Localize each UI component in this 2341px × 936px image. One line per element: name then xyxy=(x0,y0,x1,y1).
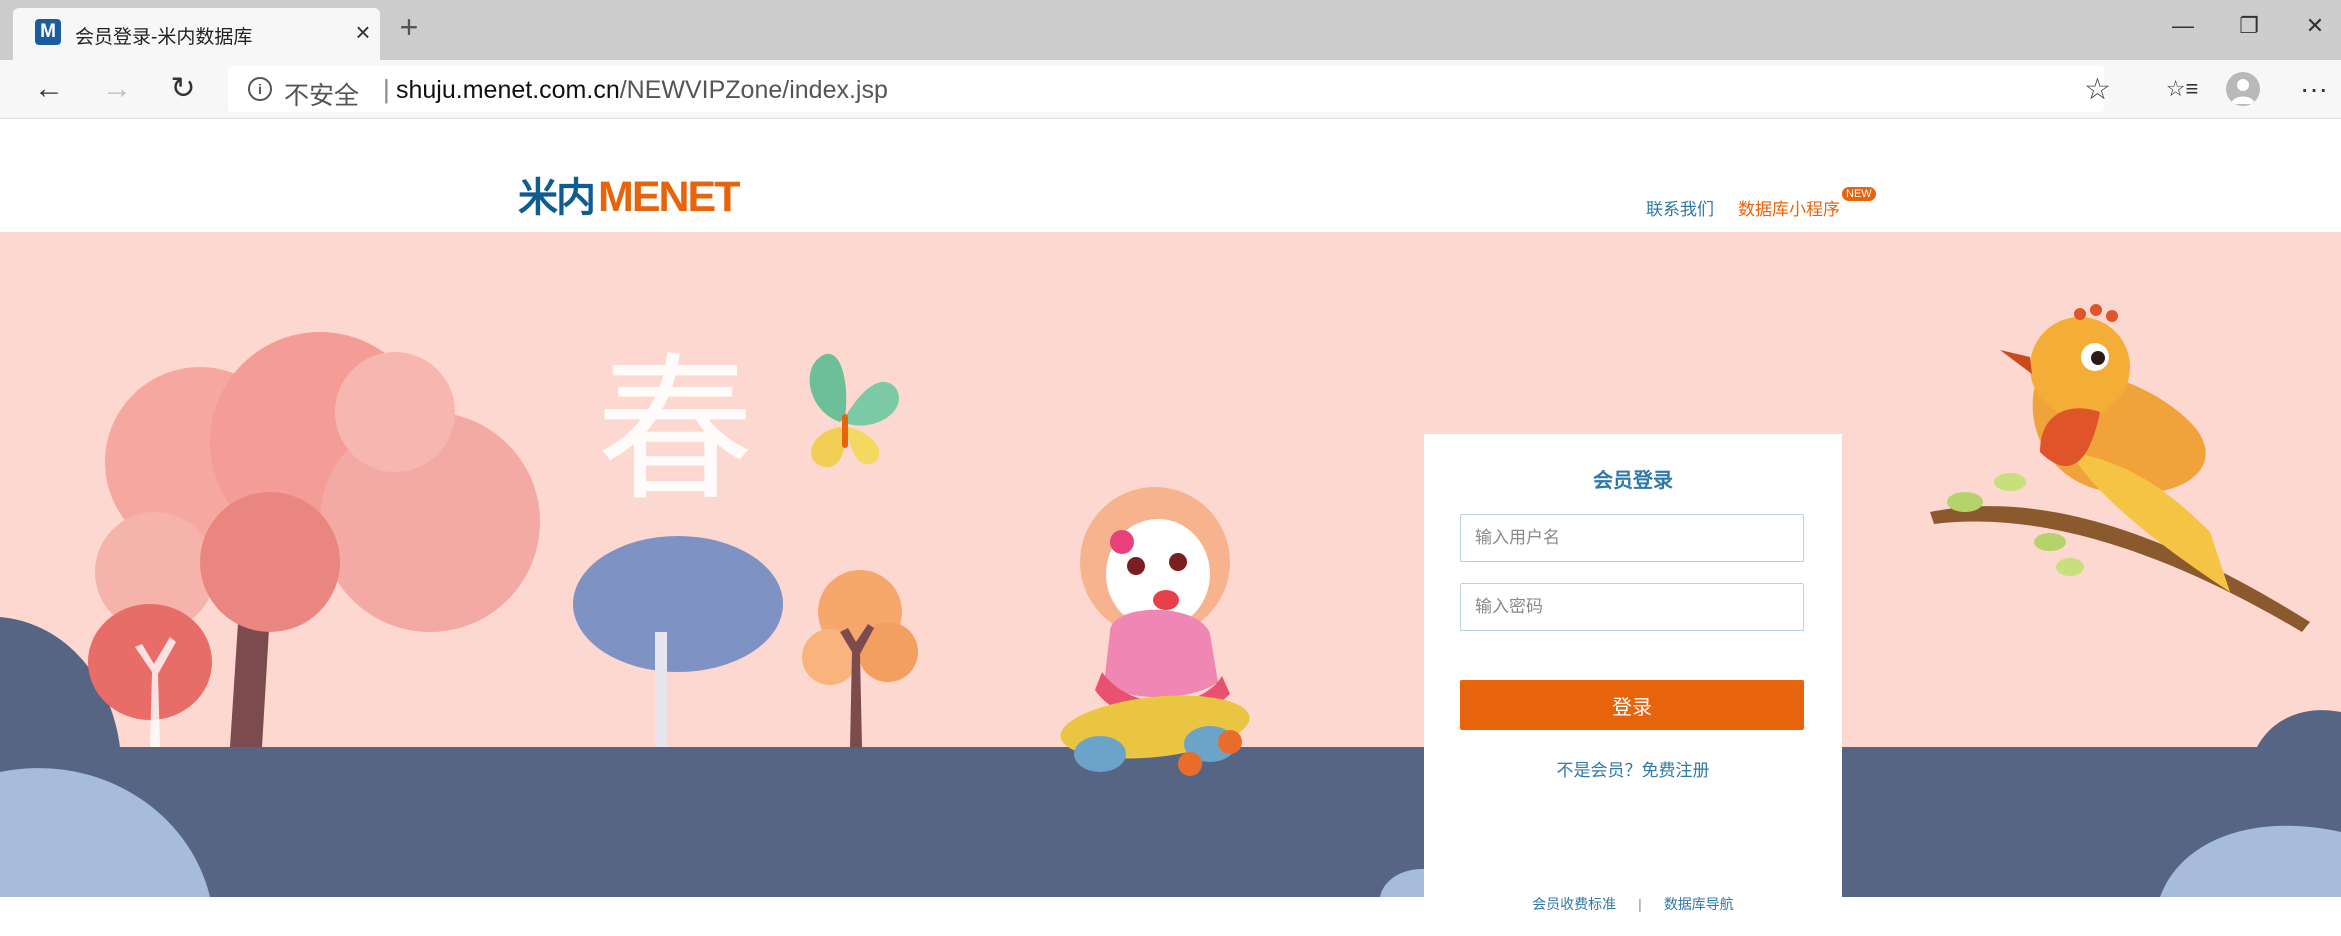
card-footer: 会员收费标准 | 数据库导航 xyxy=(1424,894,1842,914)
contact-us-link[interactable]: 联系我们 xyxy=(1646,195,1714,220)
register-link[interactable]: 不是会员？免费注册 xyxy=(1424,756,1842,781)
url-host: shuju.menet.com.cn xyxy=(396,76,620,104)
pricing-link[interactable]: 会员收费标准 xyxy=(1532,896,1616,912)
close-window-icon[interactable]: ✕ xyxy=(2290,6,2340,46)
favorite-star-icon[interactable]: ☆ xyxy=(2084,72,2111,107)
footer-separator: | xyxy=(1638,896,1642,912)
site-info-icon[interactable]: i xyxy=(248,77,272,101)
spring-illustration xyxy=(0,304,2341,897)
security-status[interactable]: 不安全 xyxy=(284,76,359,112)
login-button[interactable]: 登录 xyxy=(1460,680,1804,730)
minimize-window-icon[interactable]: — xyxy=(2158,6,2208,46)
browser-tab-bar: M 会员登录-米内数据库 × + — ❐ ✕ xyxy=(0,0,2341,60)
url-field[interactable]: i 不安全 | shuju.menet.com.cn/NEWVIPZone/in… xyxy=(228,66,2111,112)
bird-on-branch-icon xyxy=(1930,304,2310,632)
tab-close-icon[interactable]: × xyxy=(349,18,377,46)
blue-tree-icon xyxy=(573,536,783,747)
back-icon[interactable]: ← xyxy=(28,68,70,110)
pink-tree-icon xyxy=(88,332,540,747)
site-header: 米内MENET 联系我们 数据库小程序 NEW xyxy=(0,119,2341,232)
orange-tree-icon xyxy=(802,570,918,747)
login-title: 会员登录 xyxy=(1593,470,1673,492)
spring-banner: 春 xyxy=(0,232,2341,897)
url-path: /NEWVIPZone/index.jsp xyxy=(619,76,888,104)
spring-character: 春 xyxy=(596,339,754,523)
database-directory-link[interactable]: 数据库导航 xyxy=(1664,896,1734,912)
mascot-skater-icon xyxy=(1060,487,1250,776)
ground xyxy=(0,747,2341,897)
url-separator: | xyxy=(383,74,390,104)
more-options-icon[interactable]: ··· xyxy=(2292,68,2336,110)
tab-title: 会员登录-米内数据库 xyxy=(75,27,253,48)
page-content: 米内MENET 联系我们 数据库小程序 NEW 春 会员登录 输入用户名 登录 … xyxy=(0,119,2341,936)
logo-english: MENET xyxy=(598,173,740,221)
login-card: 会员登录 登录 不是会员？免费注册 会员收费标准 | 数据库导航 xyxy=(1424,434,1842,936)
profile-avatar-icon[interactable] xyxy=(2226,72,2260,106)
butterfly-icon xyxy=(809,353,899,468)
miniprogram-link[interactable]: 数据库小程序 xyxy=(1738,195,1840,220)
browser-address-bar: ← → ↻ i 不安全 | shuju.menet.com.cn/NEWVIPZ… xyxy=(0,60,2341,119)
new-badge: NEW xyxy=(1842,187,1876,201)
site-logo[interactable]: 米内MENET xyxy=(518,165,740,223)
site-favicon-icon: M xyxy=(35,19,61,45)
favorites-list-icon[interactable]: ☆≡ xyxy=(2160,68,2204,110)
forward-icon[interactable]: → xyxy=(96,68,138,110)
browser-tab[interactable]: M 会员登录-米内数据库 × xyxy=(13,8,380,60)
person-icon xyxy=(2231,79,2255,104)
restore-window-icon[interactable]: ❐ xyxy=(2224,6,2274,46)
refresh-icon[interactable]: ↻ xyxy=(162,68,204,110)
url-text[interactable]: shuju.menet.com.cn/NEWVIPZone/index.jsp xyxy=(396,76,888,105)
username-input[interactable] xyxy=(1460,514,1804,562)
logo-chinese: 米内 xyxy=(518,176,596,220)
new-tab-icon[interactable]: + xyxy=(393,11,425,44)
password-input[interactable] xyxy=(1460,583,1804,631)
